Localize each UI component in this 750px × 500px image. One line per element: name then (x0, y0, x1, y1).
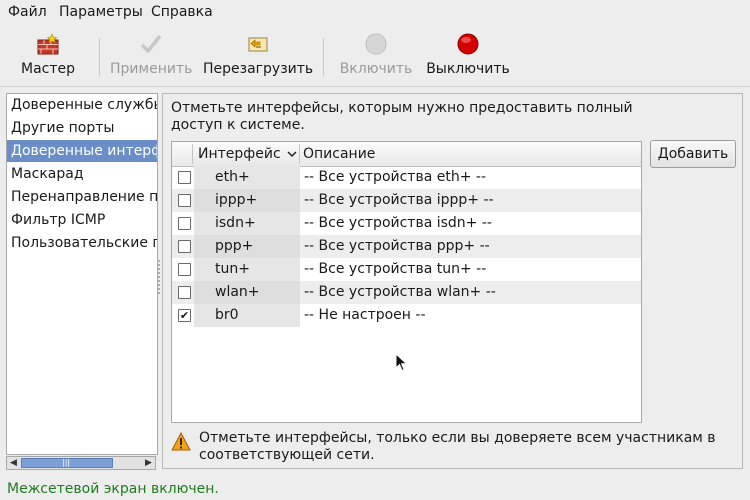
checkmark-icon (140, 34, 162, 53)
column-divider (192, 144, 193, 164)
panel-description: Отметьте интерфейсы, которым нужно предо… (171, 100, 633, 133)
wizard-label: Мастер (20, 61, 75, 77)
warning-icon (171, 432, 191, 451)
row-checkbox[interactable] (178, 240, 191, 253)
sidebar-item-other-ports[interactable]: Другие порты (7, 117, 157, 139)
interface-cell: br0 (215, 307, 239, 323)
trusted-interfaces-panel: Отметьте интерфейсы, которым нужно предо… (162, 93, 743, 469)
reload-label: Перезагрузить (203, 61, 314, 77)
toolbar-separator (323, 38, 324, 76)
description-cell: -- Все устройства isdn+ -- (304, 215, 492, 231)
interface-cell: ippp+ (215, 192, 258, 208)
interface-cell: wlan+ (215, 284, 260, 300)
sort-chevron-down-icon (287, 151, 297, 158)
warning-text: Отметьте интерфейсы, только если вы дове… (199, 430, 716, 463)
menu-file[interactable]: Файл (8, 4, 47, 20)
scrollbar-thumb[interactable]: ||| (21, 458, 113, 468)
enable-label: Включить (339, 61, 413, 77)
sidebar-item-masquerade[interactable]: Маскарад (7, 163, 157, 185)
stop-red-circle-icon (457, 33, 479, 55)
enable-button[interactable]: Включить (336, 24, 416, 86)
category-list-scrollbar[interactable]: ◀ ||| ▶ (6, 456, 156, 470)
description-cell: -- Все устройства ppp+ -- (304, 238, 490, 254)
menu-help[interactable]: Справка (151, 4, 213, 20)
interfaces-table: Интерфейс Описание eth+ -- Все устройств… (171, 141, 642, 423)
sidebar-item-icmp-filter[interactable]: Фильтр ICMP (7, 209, 157, 231)
table-row[interactable]: ippp+ -- Все устройства ippp+ -- (172, 189, 641, 212)
column-divider (299, 144, 300, 164)
row-checkbox[interactable] (178, 286, 191, 299)
description-cell: -- Не настроен -- (304, 307, 426, 323)
disable-label: Выключить (426, 61, 510, 77)
enable-circle-icon (365, 33, 387, 55)
wizard-button[interactable]: Мастер (10, 24, 86, 86)
menu-bar: Файл Параметры Справка (0, 0, 750, 24)
interface-cell: ppp+ (215, 238, 254, 254)
row-checkbox-checked[interactable]: ✔ (178, 309, 191, 322)
mouse-pointer-icon (395, 353, 408, 372)
sidebar-item-port-forwarding[interactable]: Перенаправление портов (7, 186, 157, 208)
row-checkbox[interactable] (178, 194, 191, 207)
table-header: Интерфейс Описание (172, 142, 641, 167)
sidebar-item-trusted-services[interactable]: Доверенные службы (7, 94, 157, 116)
status-text: Межсетевой экран включен. (7, 481, 219, 497)
column-interface-label: Интерфейс (198, 146, 281, 162)
table-row[interactable]: tun+ -- Все устройства tun+ -- (172, 258, 641, 281)
column-interface[interactable]: Интерфейс (198, 142, 297, 166)
apply-label: Применить (110, 61, 193, 77)
scroll-left-icon[interactable]: ◀ (7, 457, 20, 469)
description-cell: -- Все устройства wlan+ -- (304, 284, 496, 300)
reload-button[interactable]: Перезагрузить (203, 24, 313, 86)
table-row[interactable]: eth+ -- Все устройства eth+ -- (172, 166, 641, 189)
category-list: Доверенные службы Другие порты Доверенны… (6, 93, 158, 455)
sidebar-item-trusted-interfaces[interactable]: Доверенные интерфейсы (7, 140, 157, 162)
row-checkbox[interactable] (178, 171, 191, 184)
table-row[interactable]: wlan+ -- Все устройства wlan+ -- (172, 281, 641, 304)
interface-cell: isdn+ (215, 215, 256, 231)
reload-icon (248, 37, 268, 52)
description-cell: -- Все устройства eth+ -- (304, 169, 486, 185)
table-row[interactable]: ppp+ -- Все устройства ppp+ -- (172, 235, 641, 258)
apply-button[interactable]: Применить (110, 24, 192, 86)
grip-icon: ||| (62, 458, 71, 467)
scroll-right-icon[interactable]: ▶ (142, 457, 155, 469)
row-checkbox[interactable] (178, 263, 191, 276)
description-cell: -- Все устройства tun+ -- (304, 261, 487, 277)
toolbar-separator (99, 38, 100, 76)
column-description[interactable]: Описание (303, 142, 375, 166)
interface-cell: tun+ (215, 261, 250, 277)
pane-resize-handle[interactable] (157, 258, 161, 302)
description-cell: -- Все устройства ippp+ -- (304, 192, 494, 208)
row-checkbox[interactable] (178, 217, 191, 230)
add-interface-button[interactable]: Добавить (650, 140, 736, 168)
status-bar: Межсетевой экран включен. (0, 478, 750, 500)
table-row[interactable]: isdn+ -- Все устройства isdn+ -- (172, 212, 641, 235)
table-row[interactable]: ✔ br0 -- Не настроен -- (172, 304, 641, 327)
interface-cell: eth+ (215, 169, 250, 185)
firewall-wizard-icon (37, 33, 59, 55)
disable-button[interactable]: Выключить (426, 24, 510, 86)
menu-params[interactable]: Параметры (59, 4, 143, 20)
toolbar: Мастер Применить Перезагрузить Включить … (0, 24, 750, 87)
sidebar-item-custom-rules[interactable]: Пользовательские правила (7, 232, 157, 254)
